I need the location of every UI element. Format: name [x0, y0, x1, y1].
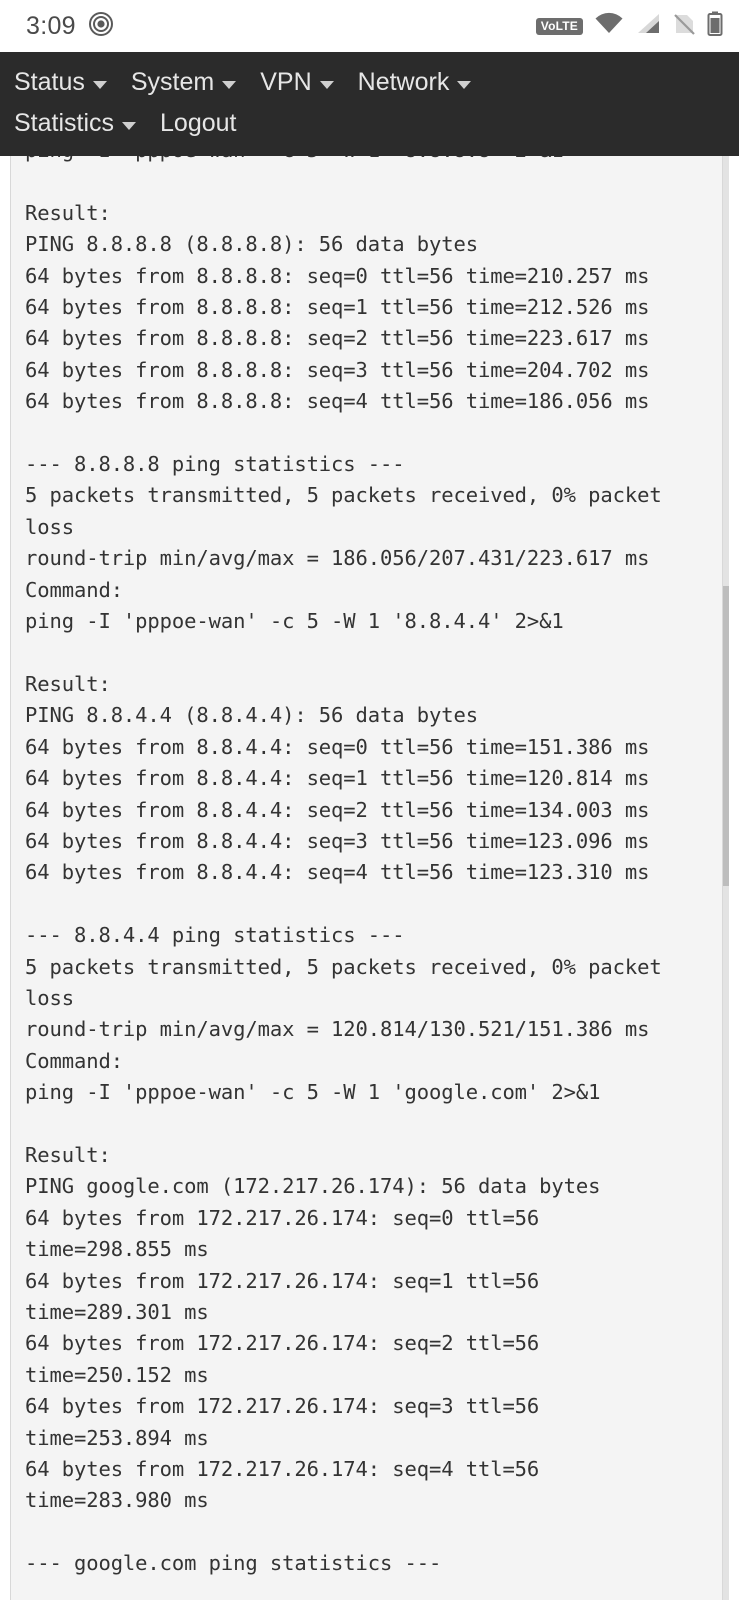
nav-item-system[interactable]: System — [131, 62, 250, 103]
status-bar-right: VoLTE — [535, 11, 723, 41]
nav-item-logout[interactable]: Logout — [160, 103, 250, 144]
signal-icon — [635, 12, 661, 41]
wifi-icon — [594, 12, 624, 41]
nav-row-primary: Status System VPN Network — [0, 62, 739, 103]
nav-item-vpn[interactable]: VPN — [260, 62, 347, 103]
nav-item-network[interactable]: Network — [358, 62, 486, 103]
nav-row-secondary: Statistics Logout — [0, 103, 739, 144]
chevron-down-icon — [92, 80, 107, 89]
nav-item-status[interactable]: Status — [14, 62, 121, 103]
vertical-scrollbar-thumb[interactable] — [723, 586, 729, 886]
chevron-down-icon — [122, 121, 137, 130]
chevron-down-icon — [222, 80, 237, 89]
status-bar-left: 3:09 — [26, 11, 114, 42]
nav-item-statistics[interactable]: Statistics — [14, 103, 150, 144]
chevron-down-icon — [319, 80, 334, 89]
nav-item-label: Statistics — [14, 109, 115, 137]
page-content: ping -I 'pppoe-wan' -c 5 -W 1 '8.8.8.8' … — [0, 156, 739, 1600]
android-status-bar: 3:09 VoLTE — [0, 0, 739, 52]
spiral-record-icon — [88, 11, 114, 42]
battery-icon — [707, 11, 723, 41]
nav-item-label: Network — [357, 68, 450, 96]
volte-icon: VoLTE — [535, 17, 583, 35]
nav-item-label: Logout — [160, 109, 237, 137]
status-bar-clock: 3:09 — [26, 11, 76, 40]
sim-off-icon — [672, 12, 696, 41]
ping-output-text: ping -I 'pppoe-wan' -c 5 -W 1 '8.8.8.8' … — [25, 156, 662, 1576]
chevron-down-icon — [457, 80, 472, 89]
nav-item-label: Status — [14, 68, 85, 96]
ping-diagnostics-output-panel: ping -I 'pppoe-wan' -c 5 -W 1 '8.8.8.8' … — [10, 156, 723, 1600]
nav-item-label: System — [130, 68, 215, 96]
nav-item-label: VPN — [260, 68, 312, 96]
main-navigation: Status System VPN Network Statistics Log… — [0, 52, 739, 156]
